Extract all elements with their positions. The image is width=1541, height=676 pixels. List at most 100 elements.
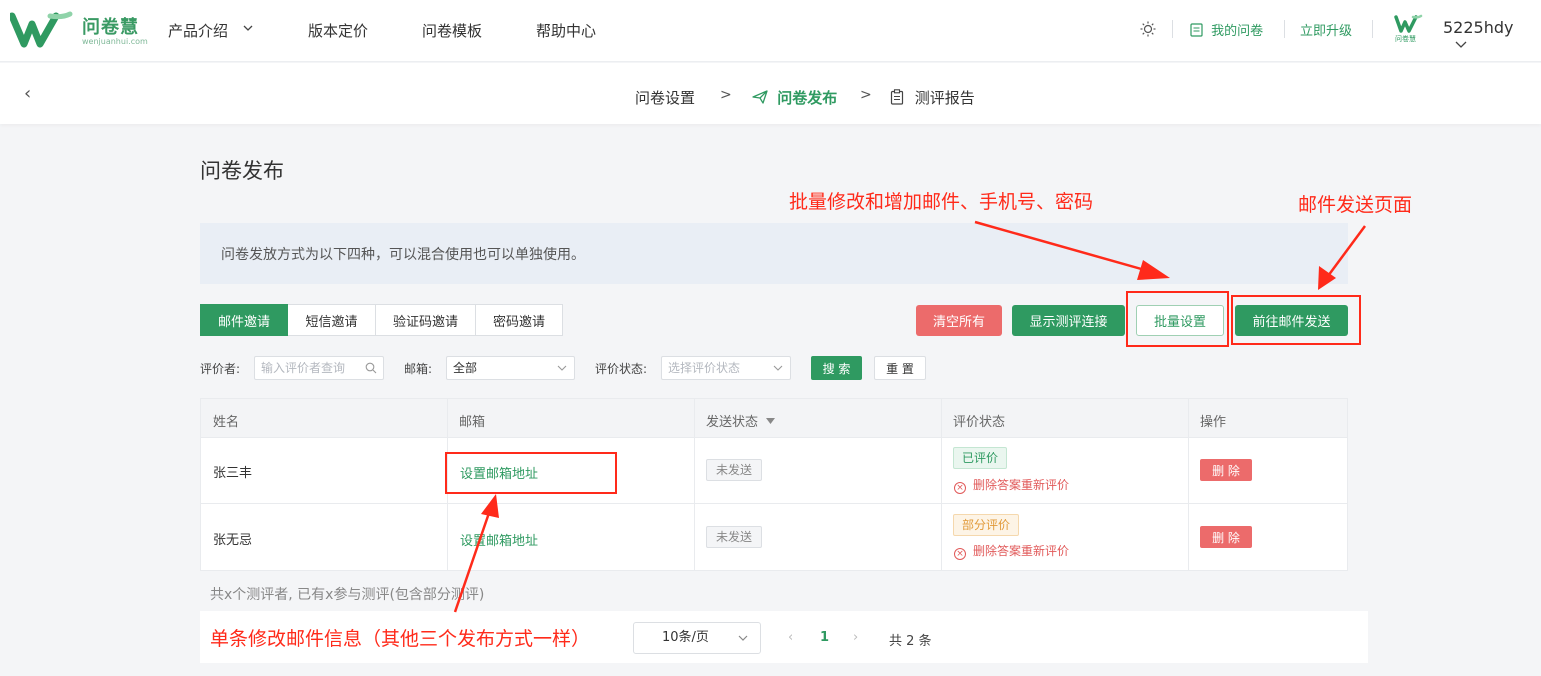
column-header-email: 邮箱 bbox=[459, 415, 486, 430]
column-divider bbox=[447, 504, 448, 571]
my-survey-link[interactable]: 我的问卷 bbox=[1190, 20, 1263, 39]
next-page-button[interactable]: › bbox=[853, 630, 858, 645]
prev-page-button[interactable]: ‹ bbox=[788, 630, 793, 645]
highlight-box-single-email bbox=[445, 452, 617, 494]
brand-logo[interactable]: 问卷慧 wenjuanhui.com bbox=[10, 10, 148, 50]
column-divider bbox=[941, 399, 942, 439]
page-size-select[interactable]: 10条/页 bbox=[633, 622, 761, 654]
column-divider bbox=[694, 504, 695, 571]
info-text: 问卷发放方式为以下四种，可以混合使用也可以单独使用。 bbox=[221, 247, 585, 263]
step-survey-settings[interactable]: 问卷设置 bbox=[635, 87, 695, 108]
step-separator: > bbox=[860, 87, 872, 103]
column-divider bbox=[941, 504, 942, 571]
nav-templates[interactable]: 问卷模板 bbox=[422, 20, 482, 41]
step-survey-publish[interactable]: 问卷发布 bbox=[752, 87, 837, 108]
top-navbar: 问卷慧 wenjuanhui.com 产品介绍 版本定价 问卷模板 帮助中心 我… bbox=[0, 0, 1541, 62]
tab-code-invite[interactable]: 验证码邀请 bbox=[376, 304, 476, 336]
close-circle-icon: × bbox=[954, 548, 966, 560]
column-header-eval-status: 评价状态 bbox=[953, 415, 1006, 430]
theme-toggle-icon[interactable] bbox=[1140, 21, 1156, 37]
delete-row-button[interactable]: 删 除 bbox=[1200, 526, 1252, 548]
logo-mark-icon bbox=[10, 11, 73, 48]
nav-divider bbox=[1172, 20, 1173, 38]
column-divider bbox=[1188, 504, 1189, 571]
delete-answer-reeval-link[interactable]: × 删除答案重新评价 bbox=[954, 476, 1069, 494]
annotation-batch-edit: 批量修改和增加邮件、手机号、密码 bbox=[789, 191, 1094, 213]
annotation-email-page: 邮件发送页面 bbox=[1298, 194, 1413, 216]
step-evaluation-report-label: 测评报告 bbox=[914, 89, 975, 107]
avatar[interactable]: 问卷慧 bbox=[1393, 14, 1423, 44]
email-filter-select[interactable]: 全部 bbox=[446, 356, 575, 380]
close-circle-icon: × bbox=[954, 482, 966, 494]
total-count: 共 2 条 bbox=[889, 634, 932, 649]
set-email-link[interactable]: 设置邮箱地址 bbox=[460, 530, 538, 549]
page-size-value: 10条/页 bbox=[662, 630, 709, 645]
avatar-logo-icon bbox=[1394, 14, 1423, 33]
summary-text: 共x个测评者, 已有x参与测评(包含部分测评) bbox=[210, 587, 485, 603]
delete-answer-reeval-label: 删除答案重新评价 bbox=[973, 478, 1070, 492]
chevron-down-icon bbox=[773, 365, 783, 371]
email-filter-label: 邮箱: bbox=[404, 362, 433, 376]
eval-status-badge: 已评价 bbox=[953, 447, 1008, 469]
avatar-label: 问卷慧 bbox=[1395, 35, 1416, 43]
annotation-single-edit: 单条修改邮件信息（其他三个发布方式一样） bbox=[210, 628, 591, 650]
column-divider bbox=[694, 438, 695, 504]
highlight-box-email-page bbox=[1231, 295, 1361, 345]
table-header: 姓名 邮箱 发送状态 评价状态 操作 bbox=[200, 398, 1348, 439]
sort-caret-icon bbox=[766, 418, 776, 424]
step-evaluation-report[interactable]: 测评报告 bbox=[890, 87, 975, 108]
row-name: 张三丰 bbox=[213, 466, 253, 481]
upgrade-link[interactable]: 立即升级 bbox=[1300, 20, 1352, 39]
info-banner: 问卷发放方式为以下四种，可以混合使用也可以单独使用。 bbox=[200, 223, 1348, 284]
username-menu[interactable]: 5225hdy bbox=[1443, 18, 1541, 56]
username: 5225hdy bbox=[1443, 18, 1514, 37]
reset-button[interactable]: 重 置 bbox=[874, 356, 926, 380]
column-divider bbox=[941, 438, 942, 504]
my-survey-label: 我的问卷 bbox=[1211, 24, 1264, 39]
clear-all-button[interactable]: 清空所有 bbox=[916, 305, 1002, 336]
chevron-down-icon bbox=[557, 365, 567, 371]
nav-product-intro[interactable]: 产品介绍 bbox=[168, 20, 253, 41]
brand-url: wenjuanhui.com bbox=[82, 37, 148, 46]
page-number-current[interactable]: 1 bbox=[820, 630, 829, 645]
send-status-badge: 未发送 bbox=[706, 526, 763, 548]
nav-divider bbox=[1284, 20, 1285, 38]
nav-pricing[interactable]: 版本定价 bbox=[308, 20, 368, 41]
status-filter-label: 评价状态: bbox=[595, 362, 648, 376]
brand-name: 问卷慧 bbox=[82, 17, 139, 38]
status-filter-select[interactable]: 选择评价状态 bbox=[661, 356, 791, 380]
delete-answer-reeval-link[interactable]: × 删除答案重新评价 bbox=[954, 542, 1069, 560]
nav-help-center[interactable]: 帮助中心 bbox=[536, 20, 596, 41]
column-divider bbox=[447, 399, 448, 439]
step-separator: > bbox=[720, 87, 732, 103]
column-header-send-status-label: 发送状态 bbox=[706, 415, 759, 430]
tab-email-invite[interactable]: 邮件邀请 bbox=[200, 304, 288, 336]
tab-sms-invite[interactable]: 短信邀请 bbox=[288, 304, 376, 336]
column-header-name: 姓名 bbox=[213, 415, 240, 430]
search-icon bbox=[365, 362, 377, 374]
search-button[interactable]: 搜 索 bbox=[811, 356, 862, 380]
show-eval-link-button[interactable]: 显示测评连接 bbox=[1012, 305, 1125, 336]
table-row: 张无忌 设置邮箱地址 未发送 部分评价 × 删除答案重新评价 删 除 bbox=[200, 504, 1348, 571]
evaluator-search-input[interactable]: 输入评价者查询 bbox=[254, 356, 384, 380]
steps-bar: ‹ 问卷设置 > 问卷发布 > 测评报告 bbox=[0, 63, 1541, 124]
column-header-actions: 操作 bbox=[1200, 415, 1227, 430]
evaluator-search-placeholder: 输入评价者查询 bbox=[261, 361, 346, 375]
back-button[interactable]: ‹ bbox=[24, 83, 31, 104]
evaluator-filter-label: 评价者: bbox=[200, 362, 241, 376]
send-plane-icon bbox=[752, 90, 768, 104]
delete-row-button[interactable]: 删 除 bbox=[1200, 459, 1252, 481]
step-survey-publish-label: 问卷发布 bbox=[777, 89, 838, 107]
row-name: 张无忌 bbox=[213, 533, 253, 548]
clipboard-icon bbox=[890, 89, 904, 105]
highlight-box-batch bbox=[1126, 291, 1229, 347]
invite-method-tabs: 邮件邀请 短信邀请 验证码邀请 密码邀请 bbox=[200, 304, 563, 336]
column-header-send-status[interactable]: 发送状态 bbox=[706, 411, 776, 430]
column-divider bbox=[1188, 438, 1189, 504]
chevron-down-icon bbox=[243, 25, 253, 31]
tab-password-invite[interactable]: 密码邀请 bbox=[476, 304, 563, 336]
nav-divider bbox=[1372, 20, 1373, 38]
document-icon bbox=[1190, 23, 1203, 37]
email-filter-value: 全部 bbox=[453, 361, 478, 375]
chevron-down-icon bbox=[1455, 41, 1467, 48]
